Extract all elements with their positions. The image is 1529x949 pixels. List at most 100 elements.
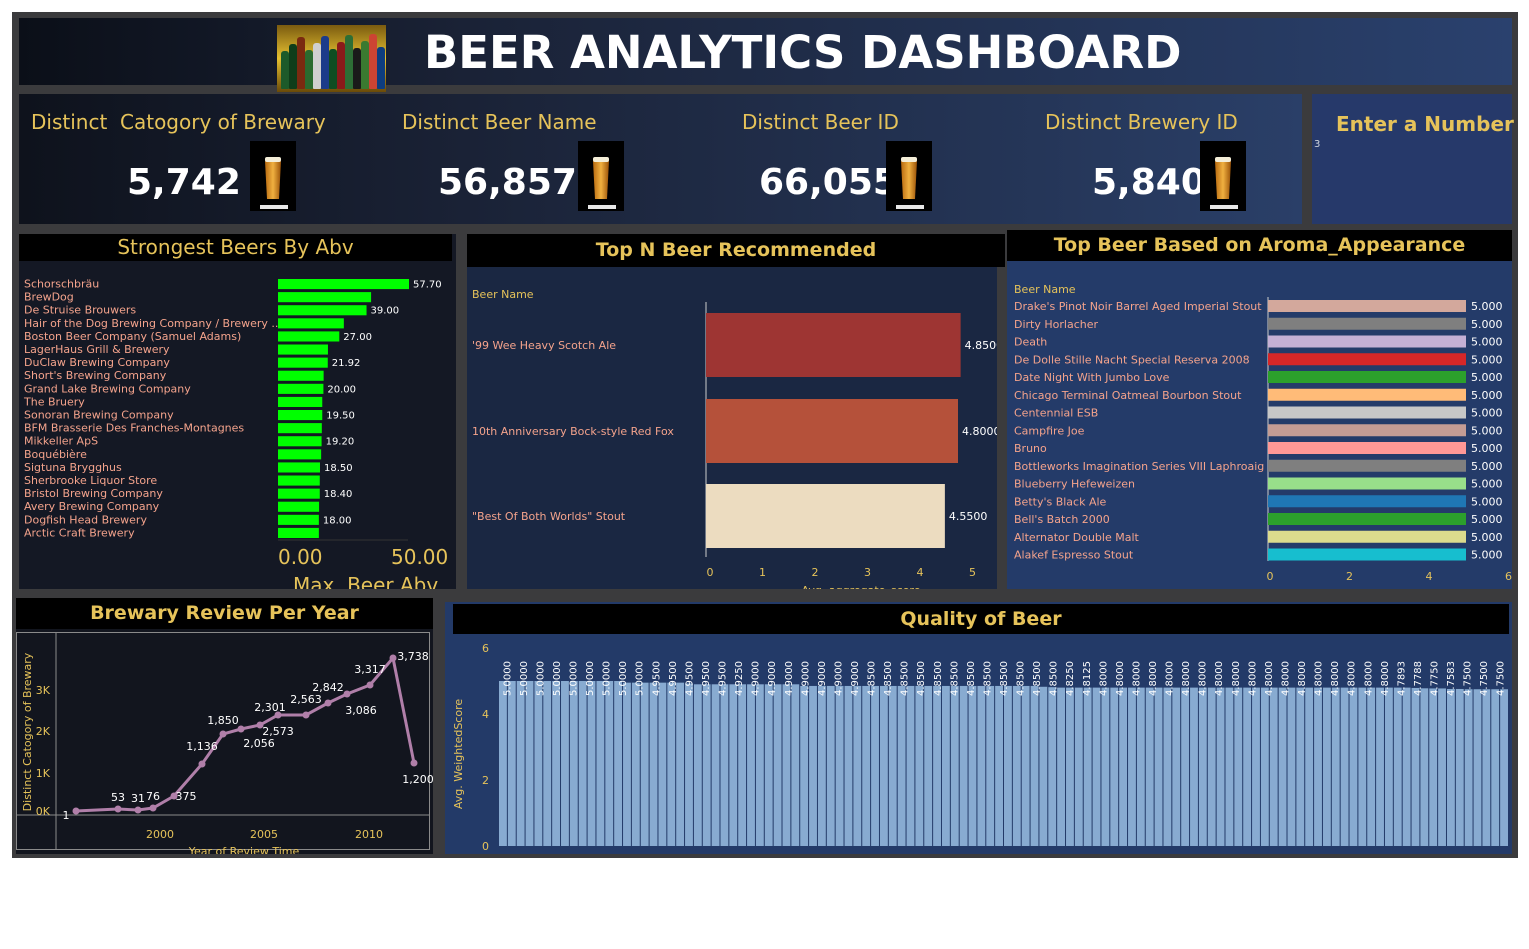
quality-bar [915,685,924,846]
bottle-shape [361,41,369,89]
quality-value-label: 4.8000 [1297,661,1308,696]
abv-bar [278,383,324,394]
bottle-shape [289,44,297,89]
x-axis-title: Year of Review Time [188,845,300,854]
aroma-bar [1268,406,1466,419]
quality-value-label: 4.8500 [1016,661,1027,696]
quality-bar [871,685,879,846]
kpi-label-beer-id: Distinct Beer ID [742,110,899,134]
beer-label: BrewDog [24,291,74,304]
review-value-label: 3,317 [354,663,386,676]
quality-value-label: 4.9500 [684,661,695,696]
abv-value-label: 20.00 [327,384,356,395]
aroma-value-label: 5.000 [1471,389,1503,402]
quality-bar [1491,689,1500,846]
quality-bar [623,682,631,846]
quality-value-label: 4.9000 [784,661,795,696]
quality-bar [782,684,791,846]
quality-value-label: 4.9000 [751,661,762,696]
y-tick-label: 0K [36,805,51,818]
beer-label: Schorschbräu [24,278,99,291]
beer-label: BFM Brasserie Des Franches-Montagnes [24,422,244,435]
x-tick-label: 4 [917,566,924,579]
quality-bar [1110,687,1119,846]
review-value-label: 1,850 [207,714,239,727]
quality-bar [667,682,676,846]
aroma-bar [1268,459,1466,472]
parameter-input[interactable]: 3 [1314,139,1320,150]
y-axis-title: Avg. WeightedScore [452,699,465,809]
beer-label: '99 Wee Heavy Scotch Ale [472,339,616,352]
beer-label: Date Night With Jumbo Love [1014,371,1170,384]
abv-bar [278,501,320,512]
quality-bar [1234,687,1243,846]
abv-value-label: 19.20 [326,437,355,448]
x-tick-label: 4 [1426,570,1433,583]
quality-value-label: 4.8125 [1082,661,1093,696]
quality-bar [516,681,525,846]
quality-bar [879,685,888,846]
beer-label: Hair of the Dog Brewing Company / Brewer… [24,317,282,330]
bottle-shape [313,43,321,89]
quality-bar [1181,687,1190,846]
review-value-label: 1 [63,809,70,822]
y-tick-label: 1K [36,767,51,780]
bottle-shape [337,42,345,89]
quality-bar [897,685,906,846]
aroma-bar [1268,317,1466,330]
quality-value-label: 4.8500 [916,661,927,696]
abv-value-label: 19.50 [326,411,355,422]
aroma-bar [1268,513,1466,525]
quality-bar [1305,687,1314,846]
quality-bar [729,684,738,846]
x-axis-title: Avg. aggregate_score [802,584,921,589]
quality-bar [791,684,800,846]
abv-value-label: 18.50 [324,463,353,474]
quality-value-label: 4.8500 [1032,661,1043,696]
quality-value-label: 5.0000 [569,661,580,696]
abv-bar [278,462,321,473]
y-tick-label: 2K [36,725,51,738]
quality-bar [605,681,614,846]
beer-label: Bell's Batch 2000 [1014,513,1110,526]
quality-value-label: 4.7893 [1396,661,1407,696]
quality-bar [1331,687,1340,846]
quality-value-label: 4.9000 [817,661,828,696]
review-value-label: 3,086 [345,704,377,717]
beer-label: Bruno [1014,442,1047,455]
abv-value-label: 21.92 [332,358,361,369]
quality-bar [747,684,755,846]
quality-bar [1216,687,1225,846]
beer-label: Mikkeller ApS [24,435,98,448]
quality-bar [1393,687,1402,846]
x-tick-label: 6 [1505,570,1512,583]
review-value-label: 2,573 [262,725,294,738]
beer-label: Short's Brewing Company [24,369,167,382]
quality-value-label: 4.8000 [1131,661,1142,696]
quality-bar [1252,687,1260,846]
quality-bar [1021,685,1030,846]
bottle-shape [353,48,361,89]
x-tick-label: 5 [969,566,976,579]
beer-label: Bristol Brewing Company [24,487,163,500]
quality-bar [1083,687,1092,846]
quality-bar [1198,687,1207,846]
quality-bar [1296,687,1305,846]
aroma-value-label: 5.000 [1471,424,1503,437]
review-point [149,804,157,812]
review-value-label: 1,136 [186,740,218,753]
review-point [237,725,245,733]
abv-bar [278,436,322,447]
quality-value-label: 4.9000 [767,661,778,696]
quality-bar [764,684,773,846]
quality-value-label: 4.9250 [734,661,745,696]
aroma-value-label: 5.000 [1471,442,1503,455]
quality-bar [1446,688,1455,846]
quality-bar [995,685,1003,846]
top-n-title: Top N Beer Recommended [467,234,1005,267]
beer-glass-drawing [1210,157,1238,209]
review-title: Brewary Review Per Year [16,598,433,629]
quality-bar [1473,689,1482,846]
y-tick-label: 3K [36,684,51,697]
review-value-label: 31 [131,792,145,805]
